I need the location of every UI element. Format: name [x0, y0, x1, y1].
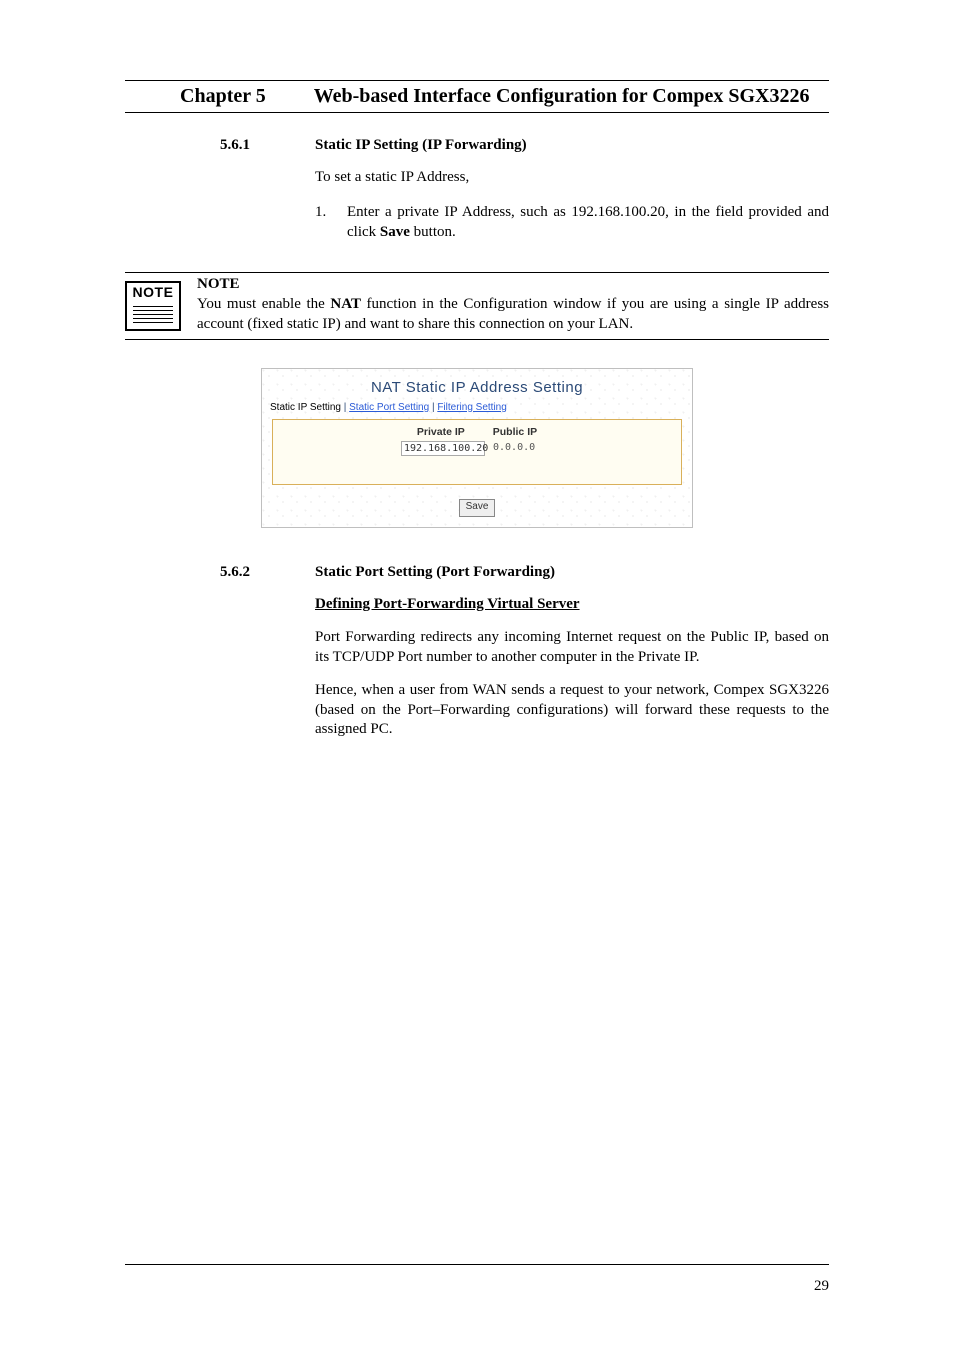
note-icon-label: NOTE — [133, 284, 174, 300]
dialog-title: NAT Static IP Address Setting — [262, 369, 692, 402]
intro-text: To set a static IP Address, — [315, 168, 829, 188]
note-icon: NOTE — [125, 281, 181, 331]
chapter-label: Chapter 5 — [125, 85, 314, 108]
subsection-heading: Defining Port-Forwarding Virtual Server — [315, 596, 580, 612]
note-icon-lines — [133, 303, 173, 326]
dialog-panel: Private IP Public IP 192.168.100.20 0.0.… — [272, 419, 682, 485]
section-body: To set a static IP Address, — [125, 168, 829, 188]
section-5-6-2-heading: 5.6.2 Static Port Setting (Port Forwardi… — [125, 564, 829, 581]
section-number: 5.6.2 — [125, 564, 315, 581]
step-text: Enter a private IP Address, such as 192.… — [347, 202, 829, 243]
step-number: 1. — [315, 202, 347, 243]
chapter-header: Chapter 5 Web-based Interface Configurat… — [125, 80, 829, 113]
dialog-tabs: Static IP Setting | Static Port Setting … — [262, 402, 692, 417]
section-number: 5.6.1 — [125, 137, 315, 154]
chapter-title: Web-based Interface Configuration for Co… — [314, 85, 810, 108]
section-title: Static IP Setting (IP Forwarding) — [315, 137, 527, 154]
step-list-item: 1. Enter a private IP Address, such as 1… — [125, 202, 829, 243]
tab-static-port[interactable]: Static Port Setting — [349, 402, 429, 413]
col-header-private-ip: Private IP — [417, 426, 465, 438]
tab-filtering[interactable]: Filtering Setting — [437, 402, 506, 413]
save-button[interactable]: Save — [459, 499, 496, 517]
private-ip-input[interactable]: 192.168.100.20 — [401, 441, 485, 456]
footer-divider — [125, 1264, 829, 1265]
public-ip-value: 0.0.0.0 — [493, 441, 553, 454]
paragraph: Hence, when a user from WAN sends a requ… — [315, 681, 829, 740]
col-header-public-ip: Public IP — [493, 426, 537, 438]
page-number: 29 — [814, 1278, 829, 1295]
section-body: Defining Port-Forwarding Virtual Server … — [125, 595, 829, 740]
nat-static-ip-dialog: NAT Static IP Address Setting Static IP … — [261, 368, 693, 528]
paragraph: Port Forwarding redirects any incoming I… — [315, 628, 829, 667]
tab-static-ip[interactable]: Static IP Setting — [270, 402, 341, 413]
note-text: NOTE You must enable the NAT function in… — [197, 273, 829, 339]
section-title: Static Port Setting (Port Forwarding) — [315, 564, 555, 581]
section-5-6-1-heading: 5.6.1 Static IP Setting (IP Forwarding) — [125, 137, 829, 154]
note-label: NOTE — [197, 276, 240, 292]
